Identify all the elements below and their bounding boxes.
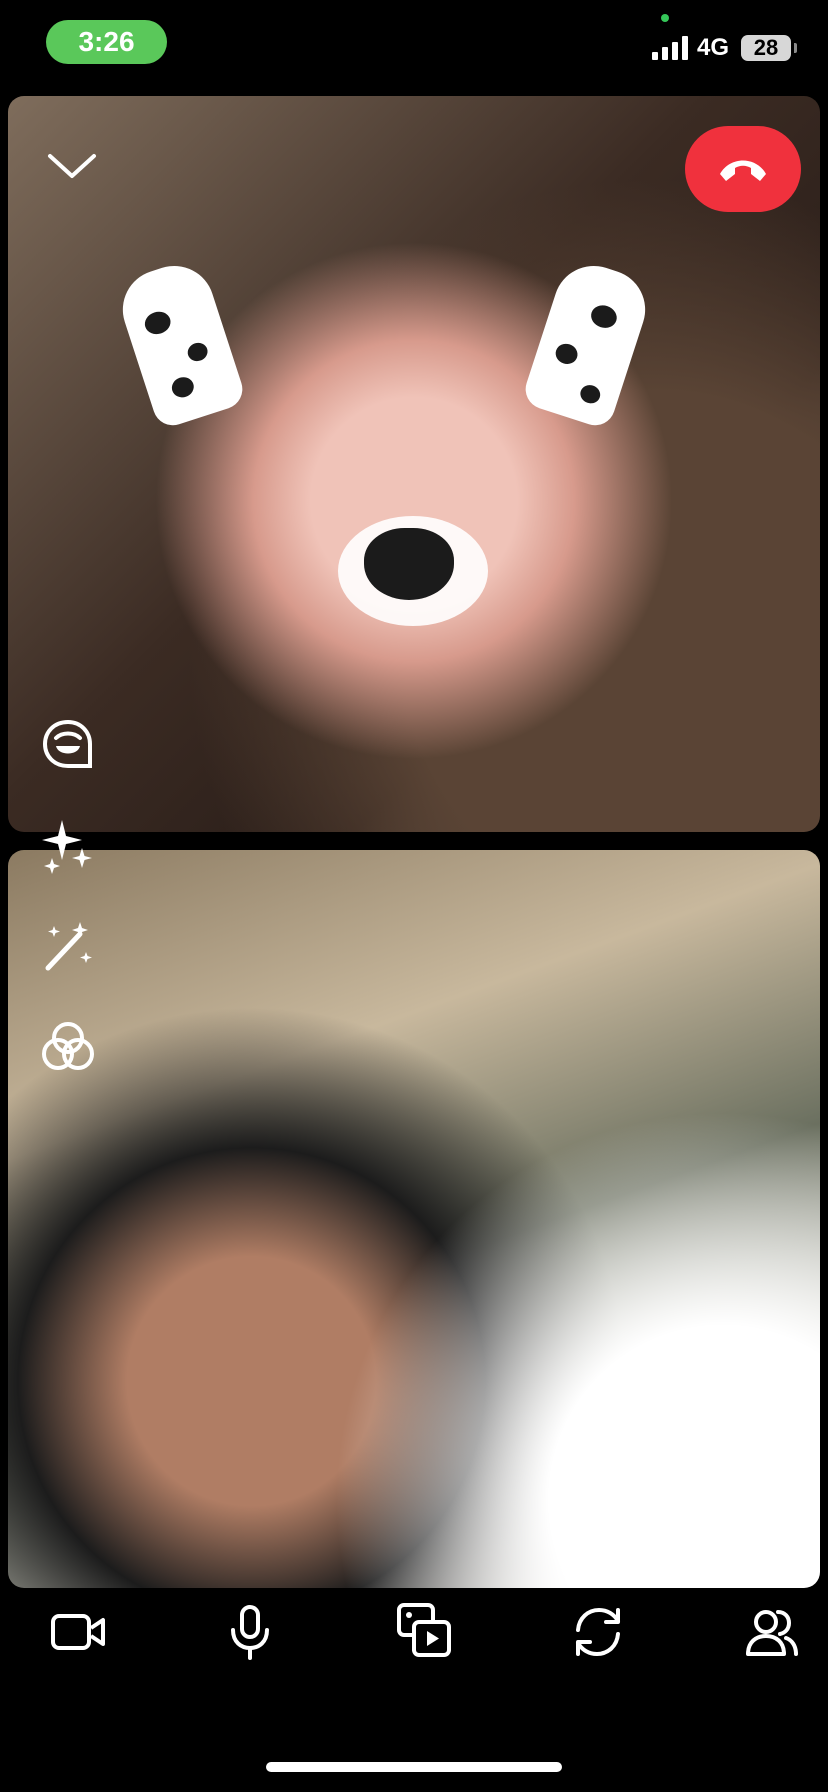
network-type: 4G [697, 34, 730, 61]
lens-icon[interactable] [40, 716, 96, 772]
microphone-icon[interactable] [222, 1604, 278, 1660]
signal-icon [652, 36, 688, 60]
flip-camera-icon[interactable] [570, 1604, 626, 1660]
call-controls-bar [0, 1590, 828, 1678]
filters-icon[interactable] [40, 1018, 96, 1074]
remote-video-feed[interactable] [8, 96, 820, 832]
end-call-button[interactable] [685, 126, 801, 212]
video-camera-icon[interactable] [50, 1604, 106, 1660]
participants-icon[interactable] [744, 1604, 800, 1660]
local-video-feed[interactable] [8, 850, 820, 1588]
status-bar: 3:26 4G 28 [0, 0, 828, 92]
dog-ear-left [112, 255, 248, 431]
phone-hangup-icon [720, 160, 766, 181]
magic-wand-icon[interactable] [40, 918, 96, 974]
status-time[interactable]: 3:26 [46, 20, 167, 64]
home-indicator[interactable] [266, 1762, 562, 1772]
camera-indicator-icon [661, 14, 669, 22]
dog-nose [364, 528, 454, 600]
sparkles-icon[interactable] [40, 818, 96, 874]
dog-ear-right [520, 255, 656, 431]
battery-level: 28 [741, 35, 797, 61]
media-share-icon[interactable] [396, 1602, 452, 1658]
chevron-down-icon[interactable] [46, 148, 98, 184]
